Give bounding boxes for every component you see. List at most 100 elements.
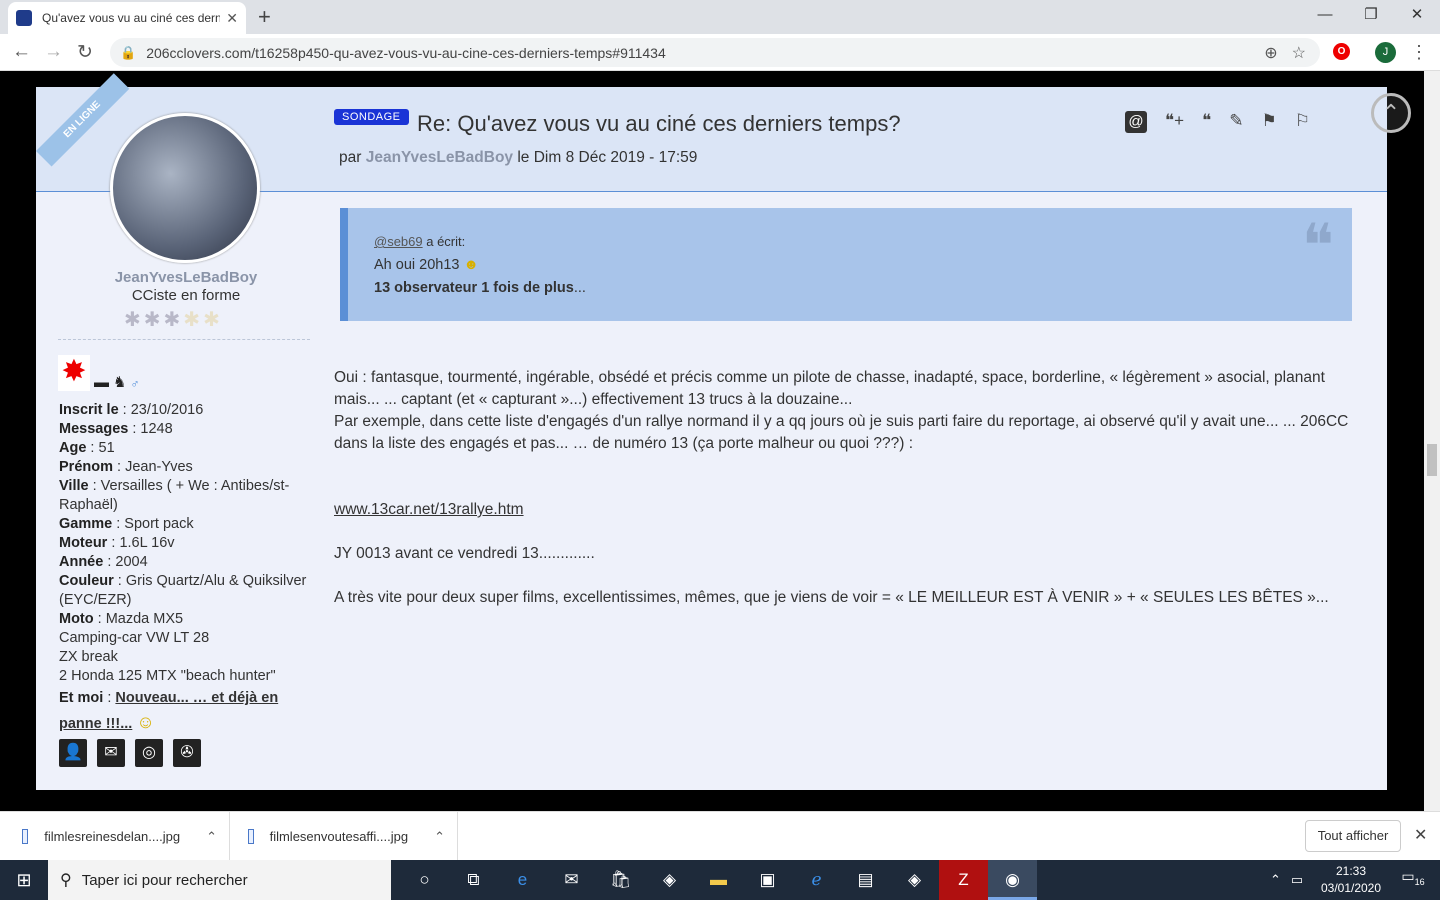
windows-start-icon[interactable]: ⊞ [0, 860, 48, 900]
profile-icon[interactable]: 👤 [59, 739, 87, 767]
profile-avatar[interactable]: J [1375, 42, 1396, 63]
cortana-icon[interactable]: ○ [400, 860, 449, 900]
profile-field: Prénom : Jean-Yves [59, 459, 193, 475]
clock-time: 21:33 [1335, 864, 1367, 878]
chevron-up-icon[interactable]: ⌃ [434, 829, 445, 845]
avatar[interactable] [110, 113, 260, 263]
field-label: Et moi [59, 690, 104, 706]
back-icon[interactable]: ← [12, 41, 31, 63]
contact-buttons: 👤 ✉ ◎ ✇ [59, 739, 201, 767]
scroll-top-icon[interactable]: ⌃ [1371, 93, 1411, 133]
reload-icon[interactable]: ↻ [77, 41, 93, 64]
post-date: le Dim 8 Déc 2019 - 17:59 [517, 149, 698, 166]
quote-line: Ah oui 20h13 ☻ [374, 257, 479, 273]
bookmark-icon[interactable]: ⚐ [1295, 111, 1310, 133]
filezilla-icon[interactable]: Z [939, 860, 988, 900]
mention-icon[interactable]: @ [1125, 111, 1147, 133]
quote-user-link[interactable]: @seb69 [374, 234, 423, 249]
app-icon[interactable]: ◈ [645, 860, 694, 900]
wink-emoji-icon: ☺ [136, 712, 155, 732]
network-icon[interactable]: ▭ [1291, 872, 1303, 888]
lock-icon: 🔒 [120, 44, 137, 60]
field-value: 1248 [140, 421, 173, 437]
username[interactable]: JeanYvesLeBadBoy [36, 269, 336, 286]
field-label: Année [59, 554, 104, 570]
quote-text: Ah oui 20h13 [374, 257, 460, 273]
multi-quote-icon[interactable]: ❝+ [1165, 111, 1184, 133]
profile-field: Inscrit le : 23/10/2016 [59, 402, 204, 418]
chevron-up-icon[interactable]: ⌃ [206, 829, 217, 845]
profile-line: 2 Honda 125 MTX "beach hunter" [59, 668, 276, 684]
extension-icon[interactable]: O [1333, 43, 1350, 60]
close-icon[interactable]: ✕ [1414, 825, 1427, 845]
forward-icon[interactable]: → [44, 41, 63, 63]
site-favicon-icon [16, 10, 32, 26]
notif-count: 16 [1414, 876, 1425, 887]
field-value: Jean-Yves [125, 459, 193, 475]
quote-line: 13 observateur 1 fois de plus... [374, 280, 586, 296]
search-icon: ⚲ [60, 872, 72, 889]
field-value: 2004 [115, 554, 148, 570]
tools-icon[interactable]: ✇ [173, 739, 201, 767]
download-name: filmlesenvoutesaffi....jpg [269, 829, 409, 844]
new-tab-icon[interactable]: + [258, 4, 271, 30]
download-item[interactable]: filmlesenvoutesaffi....jpg ⌃ [236, 812, 458, 861]
profile-line: Camping-car VW LT 28 [59, 630, 210, 646]
field-value: Versailles ( + We : Antibes/st-Raphaël) [59, 478, 290, 513]
maximize-icon[interactable]: ❐ [1348, 0, 1394, 30]
system-tray: ⌃ ▭ [1270, 860, 1303, 900]
browser-menu-icon[interactable]: ⋮ [1410, 42, 1428, 63]
author-link[interactable]: JeanYvesLeBadBoy [366, 149, 513, 166]
download-item[interactable]: filmlesreinesdelan....jpg ⌃ [10, 812, 230, 861]
page-viewport: EN LIGNE JeanYvesLeBadBoy CCiste en form… [0, 71, 1424, 811]
profile-field: Ville : Versailles ( + We : Antibes/st-R… [59, 478, 290, 513]
task-view-icon[interactable]: ⧉ [449, 860, 498, 900]
app-icon[interactable]: ▣ [743, 860, 792, 900]
store-icon[interactable]: 🛍 [596, 860, 645, 900]
edit-icon[interactable]: ✎ [1229, 111, 1243, 133]
post-paragraph: JY 0013 avant ce vendredi 13............… [334, 545, 595, 562]
scrollbar[interactable] [1424, 71, 1440, 811]
quote-icon[interactable]: ❝ [1202, 111, 1211, 133]
window-controls: — ❐ ✕ [1302, 0, 1440, 30]
minimize-icon[interactable]: — [1302, 0, 1348, 30]
scrollbar-thumb[interactable] [1427, 444, 1437, 476]
chrome-icon[interactable]: ◉ [988, 860, 1037, 900]
address-bar[interactable]: 🔒 206cclovers.com/t16258p450-qu-avez-vou… [110, 38, 1320, 67]
website-icon[interactable]: ◎ [135, 739, 163, 767]
folder-icon[interactable]: ▬ [694, 860, 743, 900]
downloads-bar: filmlesreinesdelan....jpg ⌃ filmlesenvou… [0, 811, 1440, 861]
field-label: Moteur [59, 535, 108, 551]
app-icon[interactable]: ◈ [890, 860, 939, 900]
profile-line: ZX break [59, 649, 118, 665]
edge-icon[interactable]: e [498, 860, 547, 900]
report-flag-icon[interactable]: ⚑ [1261, 111, 1276, 133]
clock-date: 03/01/2020 [1320, 881, 1382, 895]
cat-icon: ♞ [113, 374, 127, 391]
taskbar-search[interactable]: ⚲ Taper ici pour rechercher [48, 860, 391, 900]
ie-icon[interactable]: ℯ [792, 860, 841, 900]
close-window-icon[interactable]: ✕ [1394, 0, 1440, 30]
message-icon[interactable]: ✉ [97, 739, 125, 767]
quote-bold: 13 observateur 1 fois de plus [374, 280, 574, 296]
field-label: Ville [59, 478, 89, 494]
notifications-icon[interactable]: ▭16 [1400, 868, 1426, 892]
post-title[interactable]: Re: Qu'avez vous vu au ciné ces derniers… [417, 111, 901, 137]
bookmark-star-icon[interactable]: ☆ [1292, 43, 1306, 63]
chevron-up-icon[interactable]: ⌃ [1270, 872, 1281, 888]
mail-icon[interactable]: ✉ [547, 860, 596, 900]
browser-tab[interactable]: Qu'avez vous vu au ciné ces derniers tem… [8, 2, 246, 34]
post-link[interactable]: www.13car.net/13rallye.htm [334, 501, 524, 518]
zoom-icon[interactable]: ⊕ [1264, 43, 1277, 63]
user-rank: CCiste en forme [131, 287, 241, 304]
profile-field: Gamme : Sport pack [59, 516, 194, 532]
quote-text: ... [573, 280, 586, 296]
quote-mark-icon: ❝ [1301, 211, 1334, 281]
star-icon: ✱ [143, 309, 161, 331]
app-icon[interactable]: ▤ [841, 860, 890, 900]
close-tab-icon[interactable]: ✕ [226, 10, 238, 27]
tab-title: Qu'avez vous vu au ciné ces derniers tem… [42, 11, 221, 25]
taskbar-clock[interactable]: 21:33 03/01/2020 [1315, 863, 1387, 897]
show-all-button[interactable]: Tout afficher [1305, 820, 1401, 852]
field-value: 1.6L 16v [119, 535, 175, 551]
